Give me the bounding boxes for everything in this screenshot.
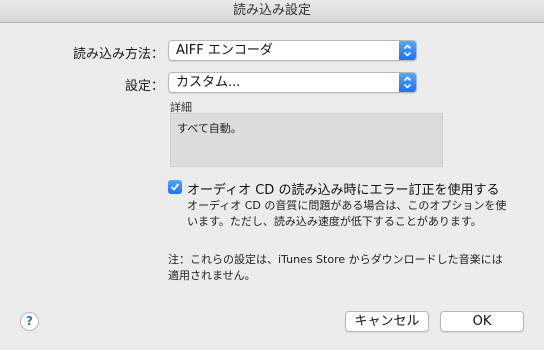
import-using-label: 読み込み方法： bbox=[72, 47, 164, 62]
cancel-button[interactable]: キャンセル bbox=[345, 311, 429, 332]
details-text: すべて自動。 bbox=[177, 122, 242, 135]
window-title: 読み込み設定 bbox=[0, 0, 544, 23]
updown-chevron-icon bbox=[399, 73, 416, 92]
checkmark-icon bbox=[170, 183, 180, 191]
setting-value: カスタム... bbox=[176, 75, 241, 90]
ok-button[interactable]: OK bbox=[440, 311, 524, 332]
setting-label: 設定： bbox=[124, 79, 164, 94]
import-using-value: AIFF エンコーダ bbox=[176, 43, 273, 58]
help-button[interactable]: ? bbox=[20, 312, 39, 331]
setting-popup[interactable]: カスタム... bbox=[168, 72, 417, 93]
error-correction-description: オーディオ CD の音質に問題がある場合は、このオプションを使います。ただし、読… bbox=[187, 199, 507, 228]
itunes-store-note: 注：これらの設定は、iTunes Store からダウンロードした音楽には適用さ… bbox=[168, 253, 503, 282]
updown-chevron-icon bbox=[399, 41, 416, 60]
details-box: すべて自動。 bbox=[170, 113, 443, 167]
import-using-popup[interactable]: AIFF エンコーダ bbox=[168, 40, 417, 61]
error-correction-label[interactable]: オーディオ CD の読み込み時にエラー訂正を使用する bbox=[187, 179, 499, 198]
error-correction-checkbox[interactable] bbox=[168, 180, 182, 194]
